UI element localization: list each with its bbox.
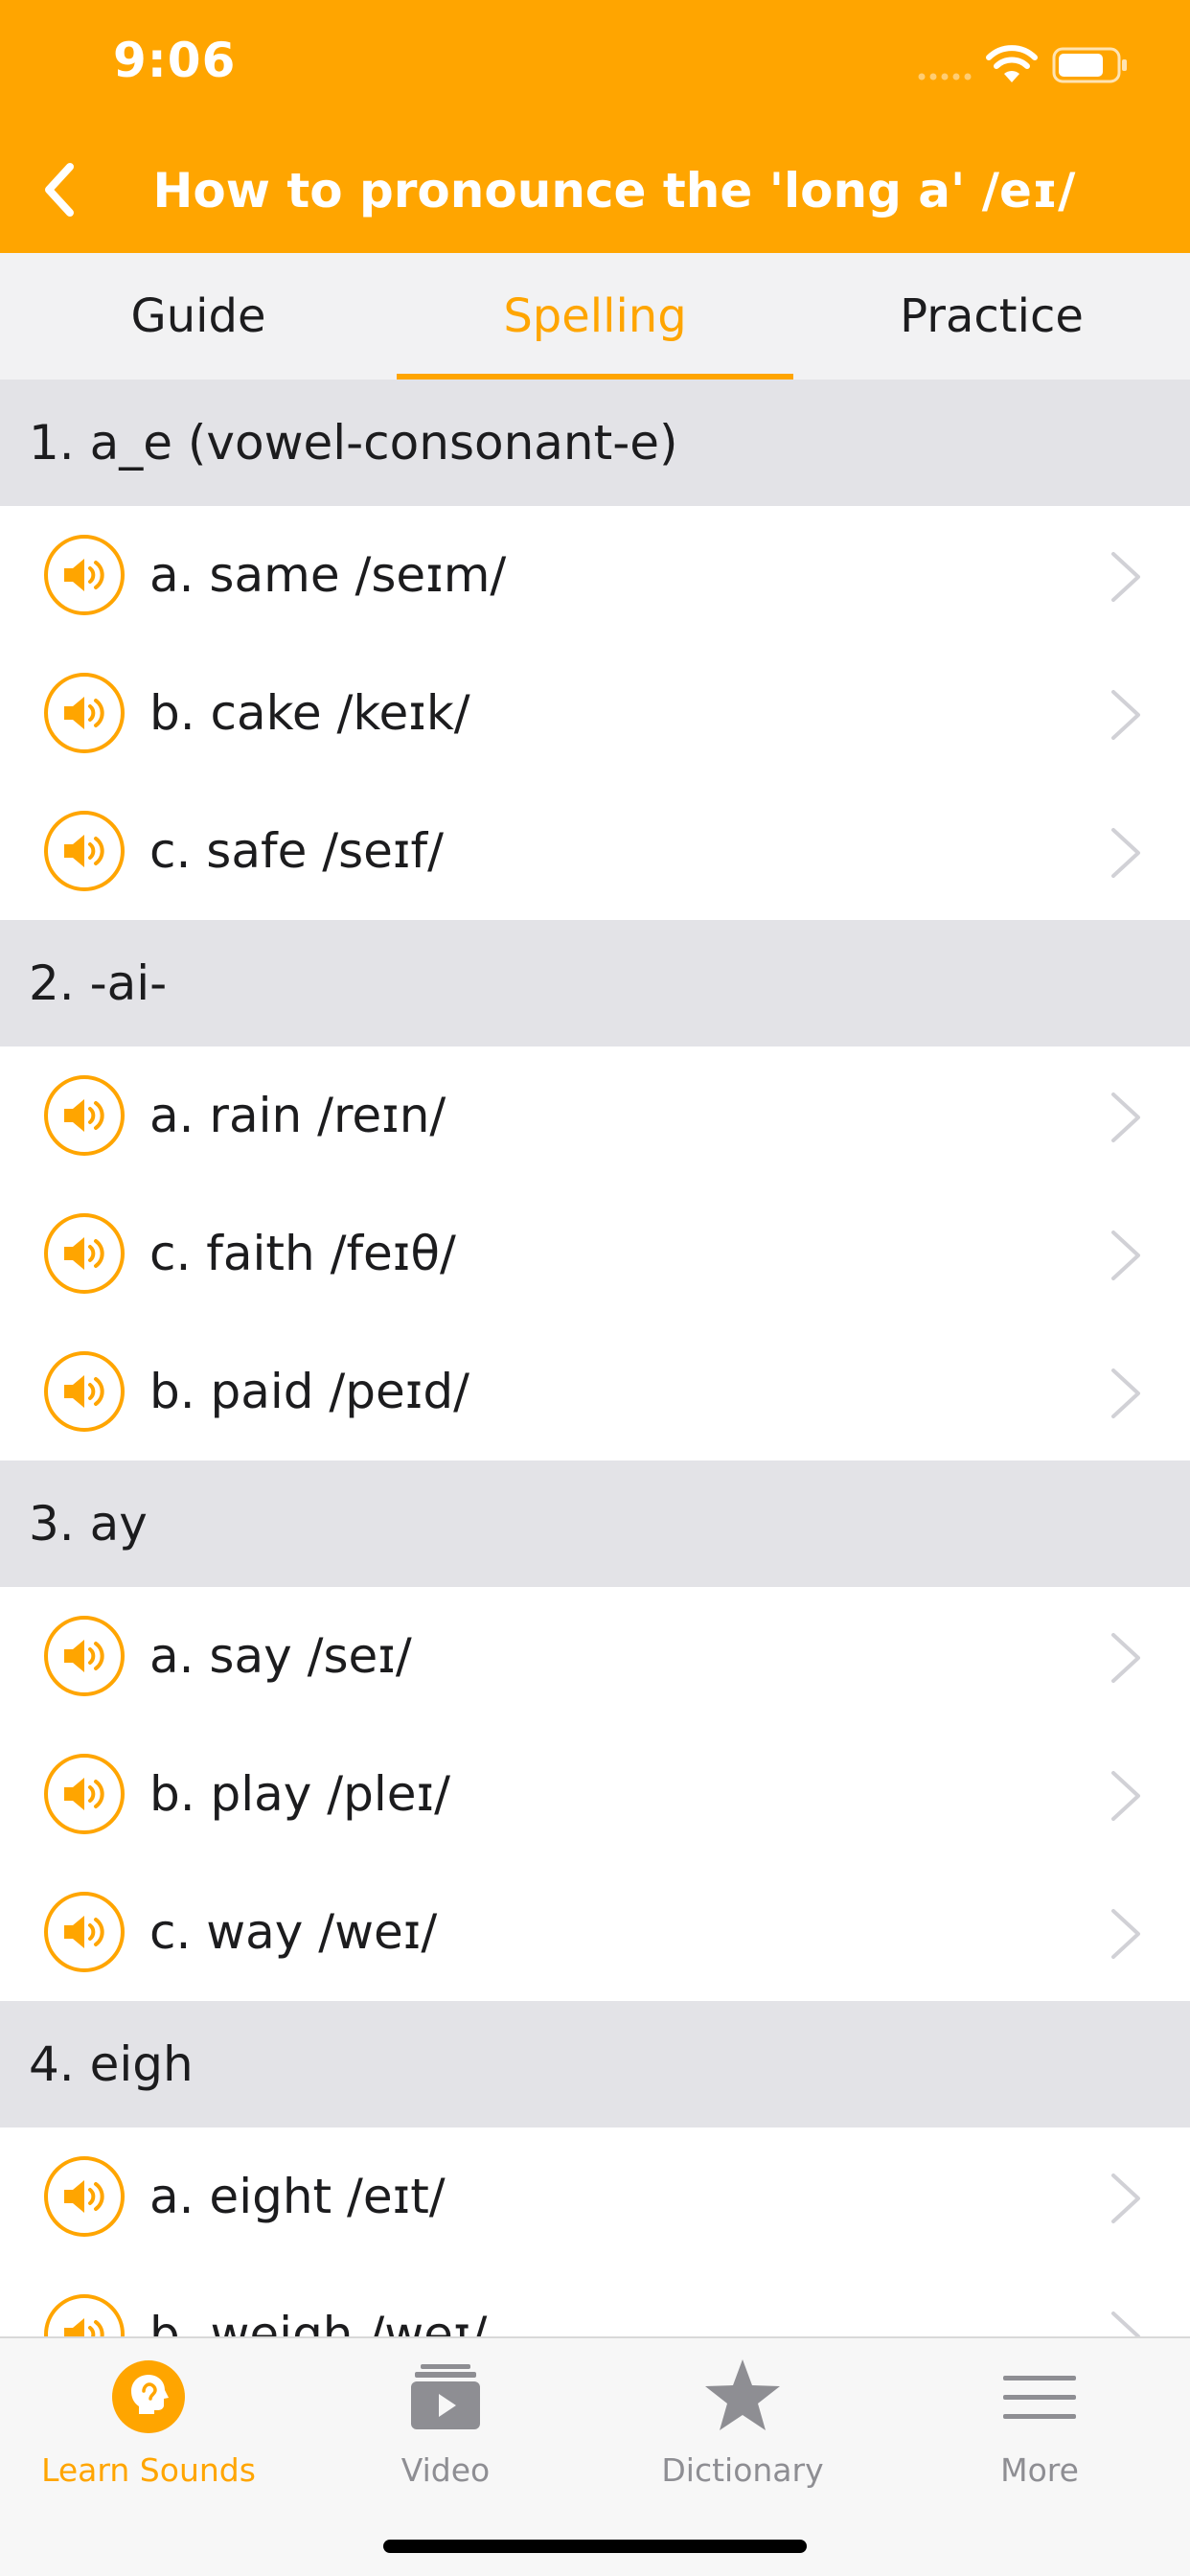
- word-label: b. paid /peɪd/: [149, 1364, 469, 1419]
- speaker-icon: [64, 1778, 104, 1810]
- tab-practice[interactable]: Practice: [793, 253, 1190, 380]
- speaker-icon: [64, 1099, 104, 1132]
- video-icon: [402, 2354, 489, 2440]
- home-indicator: [383, 2540, 807, 2553]
- tab-guide[interactable]: Guide: [0, 253, 397, 380]
- speaker-button[interactable]: [44, 1892, 125, 1972]
- list-item[interactable]: c. faith /feɪθ/: [0, 1184, 1190, 1322]
- header: 9:06 How to pronounce the 'long a' /eɪ/: [0, 0, 1190, 253]
- word-label: c. safe /seɪf/: [149, 823, 444, 879]
- speaker-button[interactable]: [44, 811, 125, 891]
- chevron-right-icon: [1111, 690, 1140, 740]
- speaker-icon: [64, 1916, 104, 1948]
- tabbar-more[interactable]: More: [891, 2338, 1188, 2501]
- section-header: 1. a_e (vowel-consonant-e): [0, 380, 1190, 506]
- tabbar-learn-sounds[interactable]: Learn Sounds: [0, 2338, 297, 2501]
- word-label: b. weigh /weɪ/: [149, 2307, 488, 2336]
- chevron-right-icon: [1111, 2174, 1140, 2223]
- list-item[interactable]: b. weigh /weɪ/: [0, 2266, 1190, 2336]
- list-item[interactable]: a. same /seɪm/: [0, 506, 1190, 644]
- word-label: a. same /seɪm/: [149, 547, 507, 603]
- speaker-icon: [64, 1640, 104, 1672]
- cellular-signal-icon: [918, 73, 972, 80]
- chevron-right-icon: [1111, 1633, 1140, 1683]
- speaker-button[interactable]: [44, 1075, 125, 1156]
- speaker-icon: [64, 1237, 104, 1270]
- chevron-right-icon: [1111, 2312, 1140, 2336]
- word-label: a. eight /eɪt/: [149, 2169, 446, 2224]
- chevron-right-icon: [1111, 1909, 1140, 1959]
- speaker-button[interactable]: [44, 2156, 125, 2237]
- speaker-button[interactable]: [44, 1213, 125, 1294]
- status-time: 9:06: [113, 33, 237, 88]
- section-header: 3. ay: [0, 1460, 1190, 1587]
- battery-icon: [1052, 47, 1127, 83]
- word-label: a. rain /reɪn/: [149, 1088, 446, 1143]
- menu-icon: [996, 2354, 1083, 2440]
- word-label: a. say /seɪ/: [149, 1628, 412, 1684]
- chevron-left-icon: [45, 163, 74, 217]
- section-header: 4. eigh: [0, 2001, 1190, 2128]
- speaker-icon: [64, 697, 104, 729]
- word-label: c. way /weɪ/: [149, 1904, 438, 1960]
- page-title: How to pronounce the 'long a' /eɪ/: [152, 163, 1076, 218]
- star-icon: [699, 2354, 786, 2440]
- speaker-button[interactable]: [44, 1351, 125, 1432]
- speaker-icon: [64, 559, 104, 591]
- wifi-icon: [986, 45, 1038, 82]
- back-button[interactable]: [27, 151, 94, 228]
- list-item[interactable]: a. say /seɪ/: [0, 1587, 1190, 1725]
- list-item[interactable]: c. safe /seɪf/: [0, 782, 1190, 920]
- segmented-tabs: Guide Spelling Practice: [0, 253, 1190, 380]
- chevron-right-icon: [1111, 1092, 1140, 1142]
- tab-spelling[interactable]: Spelling: [397, 253, 793, 380]
- tabbar-dictionary[interactable]: Dictionary: [594, 2338, 891, 2501]
- word-label: b. cake /keɪk/: [149, 685, 470, 741]
- list-item[interactable]: b. play /pleɪ/: [0, 1725, 1190, 1863]
- section-header: 2. -ai-: [0, 920, 1190, 1046]
- list-item[interactable]: b. cake /keɪk/: [0, 644, 1190, 782]
- word-label: c. faith /feɪθ/: [149, 1226, 456, 1281]
- list-item[interactable]: c. way /weɪ/: [0, 1863, 1190, 2001]
- speaker-button[interactable]: [44, 2294, 125, 2336]
- speaker-icon: [64, 835, 104, 867]
- chevron-right-icon: [1111, 1230, 1140, 1280]
- chevron-right-icon: [1111, 828, 1140, 878]
- speaker-button[interactable]: [44, 1754, 125, 1834]
- speaker-button[interactable]: [44, 673, 125, 753]
- chevron-right-icon: [1111, 1368, 1140, 1418]
- tabbar-label: Learn Sounds: [41, 2451, 256, 2489]
- word-label: b. play /pleɪ/: [149, 1766, 450, 1822]
- spelling-list[interactable]: 1. a_e (vowel-consonant-e) a. same /seɪm…: [0, 380, 1190, 2336]
- head-icon: [105, 2354, 192, 2440]
- tabbar-label: More: [1000, 2451, 1079, 2489]
- speaker-icon: [64, 2180, 104, 2213]
- list-item[interactable]: a. eight /eɪt/: [0, 2128, 1190, 2266]
- list-item[interactable]: a. rain /reɪn/: [0, 1046, 1190, 1184]
- speaker-button[interactable]: [44, 535, 125, 615]
- tabbar-label: Video: [400, 2451, 491, 2489]
- tabbar-label: Dictionary: [661, 2451, 824, 2489]
- chevron-right-icon: [1111, 552, 1140, 602]
- speaker-button[interactable]: [44, 1616, 125, 1696]
- speaker-icon: [64, 2318, 104, 2336]
- speaker-icon: [64, 1375, 104, 1408]
- tabbar-video[interactable]: Video: [297, 2338, 594, 2501]
- chevron-right-icon: [1111, 1771, 1140, 1821]
- list-item[interactable]: b. paid /peɪd/: [0, 1322, 1190, 1460]
